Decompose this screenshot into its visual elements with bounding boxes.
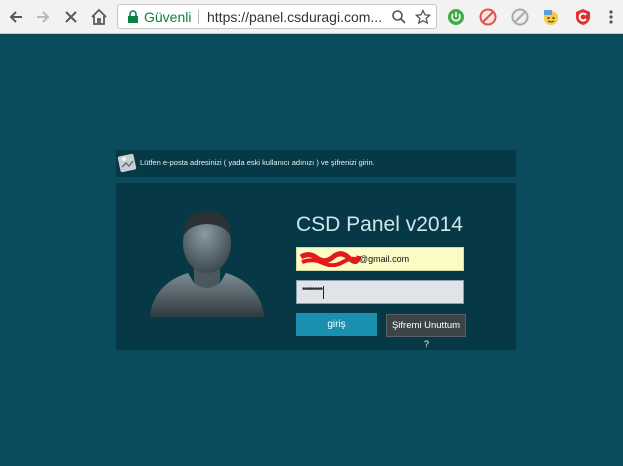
stop-loading-icon[interactable] (59, 5, 83, 29)
password-mask: •••••••• (302, 284, 323, 295)
back-arrow-icon[interactable] (4, 5, 28, 29)
gray-blocked-extension-icon[interactable] (510, 7, 530, 27)
zoom-icon[interactable] (390, 8, 408, 26)
menu-dots-icon[interactable] (601, 7, 621, 27)
green-power-extension-icon[interactable] (446, 7, 466, 27)
lock-icon (124, 8, 142, 26)
login-panel: CSD Panel v2014 @gmail.com •••••••• giri… (116, 183, 516, 350)
secure-label: Güvenli (144, 9, 192, 25)
user-avatar-icon (150, 211, 264, 317)
login-button[interactable]: giriş (296, 313, 377, 336)
password-field[interactable]: •••••••• (296, 280, 464, 304)
redaction-scribble (299, 251, 361, 267)
page-title: CSD Panel v2014 (296, 213, 463, 236)
red-blocked-extension-icon[interactable] (478, 7, 498, 27)
star-icon[interactable] (414, 8, 432, 26)
email-field[interactable]: @gmail.com (296, 247, 464, 271)
info-notice-icon (117, 153, 137, 173)
forgot-password-button[interactable]: Şifremi Unuttum (386, 314, 466, 337)
address-bar[interactable]: Güvenli https://panel.csduragi.com... (117, 4, 437, 29)
notice-bar: Lütfen e-posta adresinizi ( yada eski ku… (116, 150, 516, 177)
notice-text: Lütfen e-posta adresinizi ( yada eski ku… (140, 158, 375, 167)
url-text[interactable]: https://panel.csduragi.com... (207, 9, 382, 25)
text-caret (323, 286, 324, 299)
emoji-extension-icon[interactable] (541, 7, 561, 27)
email-value: @gmail.com (359, 254, 410, 264)
red-shield-extension-icon[interactable] (573, 7, 593, 27)
forgot-password-question[interactable]: ? (424, 339, 429, 349)
forward-arrow-icon[interactable] (31, 5, 55, 29)
omnibox-divider (198, 10, 199, 24)
browser-toolbar: Güvenli https://panel.csduragi.com... (0, 0, 623, 34)
home-icon[interactable] (87, 5, 111, 29)
